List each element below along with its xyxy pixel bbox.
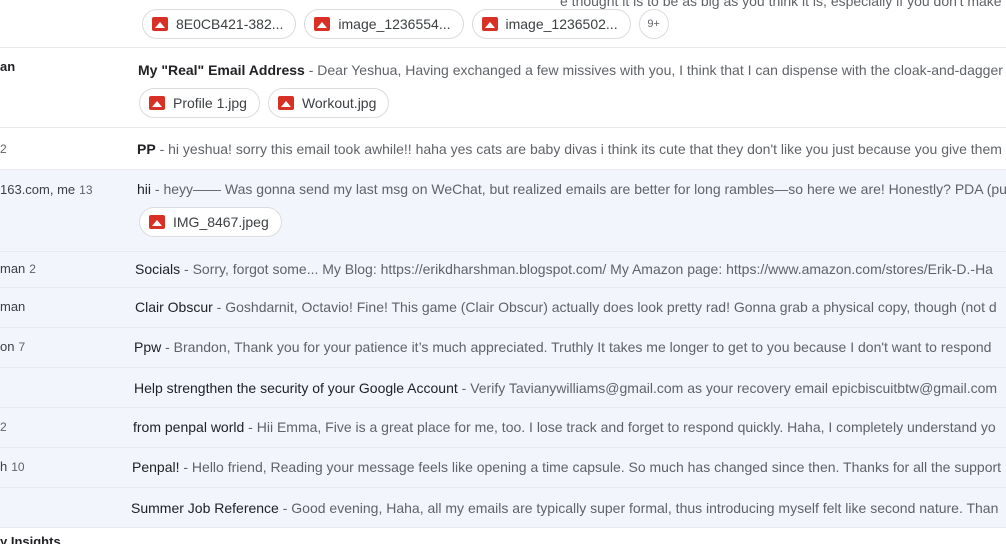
email-row[interactable]: Summer Job Reference - Good evening, Hah… xyxy=(0,488,1006,528)
email-subject: Clair Obscur xyxy=(135,299,213,315)
email-snippet: - Brandon, Thank you for your patience i… xyxy=(161,339,992,355)
email-row[interactable]: an My "Real" Email Address - Dear Yeshua… xyxy=(0,48,1006,128)
thread-count: 7 xyxy=(18,340,26,354)
email-snippet-fragment: e thought it is to be as big as you thin… xyxy=(560,0,1006,9)
email-sender: 2 xyxy=(0,419,7,434)
image-icon xyxy=(277,96,294,110)
image-icon xyxy=(314,17,331,31)
email-subject: Summer Job Reference xyxy=(131,500,279,516)
thread-count: 2 xyxy=(0,420,7,434)
email-preview: PP - hi yeshua! sorry this email took aw… xyxy=(137,141,1002,157)
email-preview: Clair Obscur - Goshdarnit, Octavio! Fine… xyxy=(135,299,997,315)
email-subject: hii xyxy=(137,181,152,197)
email-sender: an xyxy=(0,59,16,74)
email-row-partial-top[interactable]: e thought it is to be as big as you thin… xyxy=(0,0,1006,48)
attachment-chip[interactable]: 8E0CB421-382... xyxy=(142,9,297,39)
email-subject: Ppw xyxy=(134,339,162,355)
email-row[interactable]: h 10 Penpal! - Hello friend, Reading your… xyxy=(0,448,1006,488)
email-snippet: - heyy—— Was gonna send my last msg on W… xyxy=(151,181,1006,197)
email-subject: Socials xyxy=(135,261,181,277)
email-snippet: - Sorry, forgot some... My Blog: https:/… xyxy=(180,261,993,277)
email-preview: Summer Job Reference - Good evening, Hah… xyxy=(131,500,998,516)
image-icon xyxy=(481,17,498,31)
email-sender: on 7 xyxy=(0,339,26,354)
thread-count: 2 xyxy=(0,142,7,156)
attachment-chip[interactable]: image_1236554... xyxy=(304,9,464,39)
email-row[interactable]: man Clair Obscur - Goshdarnit, Octavio! … xyxy=(0,288,1006,328)
email-preview: Help strengthen the security of your Goo… xyxy=(134,380,997,396)
thread-count: 10 xyxy=(11,460,25,474)
attachment-chip[interactable]: Workout.jpg xyxy=(267,88,390,118)
email-preview: from penpal world - Hii Emma, Five is a … xyxy=(133,419,996,435)
email-row[interactable]: 163.com, me 13 hii - heyy—— Was gonna sen… xyxy=(0,170,1006,252)
email-row[interactable]: Help strengthen the security of your Goo… xyxy=(0,368,1006,408)
attachment-chips: 8E0CB421-382... image_1236554... image_123… xyxy=(142,9,669,39)
email-subject: My "Real" Email Address xyxy=(138,62,305,78)
email-snippet: - hi yeshua! sorry this email took awhil… xyxy=(155,141,1002,157)
email-subject: Penpal! xyxy=(132,459,180,475)
email-row-partial-bottom[interactable]: y Insights xyxy=(0,528,1006,544)
email-snippet: - Hello friend, Reading your message fee… xyxy=(179,459,1002,475)
email-snippet: - Goshdarnit, Octavio! Fine! This game (… xyxy=(212,299,997,315)
image-icon xyxy=(149,96,165,110)
more-attachments-badge[interactable]: 9+ xyxy=(638,9,669,39)
email-snippet: - Hii Emma, Five is a great place for me… xyxy=(244,419,996,435)
email-snippet: - Good evening, Haha, all my emails are … xyxy=(278,500,999,516)
email-row[interactable]: on 7 Ppw - Brandon, Thank you for your pa… xyxy=(0,328,1006,368)
email-sender: man xyxy=(0,299,26,314)
email-snippet: - Dear Yeshua, Having exchanged a few mi… xyxy=(304,62,1003,78)
email-row[interactable]: 2 from penpal world - Hii Emma, Five is … xyxy=(0,408,1006,448)
email-preview: Ppw - Brandon, Thank you for your patien… xyxy=(134,339,991,355)
email-sender: h 10 xyxy=(0,459,25,474)
thread-count: 13 xyxy=(79,183,93,197)
email-sender: 163.com, me 13 xyxy=(0,182,93,197)
image-icon xyxy=(152,17,168,31)
email-row[interactable]: man 2 Socials - Sorry, forgot some... My … xyxy=(0,252,1006,288)
email-preview: My "Real" Email Address - Dear Yeshua, H… xyxy=(138,62,1003,78)
email-snippet: - Verify Tavianywilliams@gmail.com as yo… xyxy=(457,380,998,396)
thread-count: 2 xyxy=(29,262,36,276)
email-subject: PP xyxy=(137,141,156,157)
email-preview: hii - heyy—— Was gonna send my last msg … xyxy=(137,181,1006,197)
attachment-chip[interactable]: Profile 1.jpg xyxy=(139,88,260,118)
email-row[interactable]: 2 PP - hi yeshua! sorry this email took … xyxy=(0,128,1006,170)
email-sender: y Insights xyxy=(0,534,61,544)
attachment-chip[interactable]: IMG_8467.jpeg xyxy=(139,207,282,237)
image-icon xyxy=(149,215,165,229)
email-preview: Socials - Sorry, forgot some... My Blog:… xyxy=(135,261,993,277)
email-preview: Penpal! - Hello friend, Reading your mes… xyxy=(132,459,1001,475)
email-subject: Help strengthen the security of your Goo… xyxy=(134,380,458,396)
attachment-chip[interactable]: image_1236502... xyxy=(471,9,631,39)
email-sender: man 2 xyxy=(0,261,36,276)
email-subject: from penpal world xyxy=(133,419,245,435)
email-sender: 2 xyxy=(0,141,7,156)
